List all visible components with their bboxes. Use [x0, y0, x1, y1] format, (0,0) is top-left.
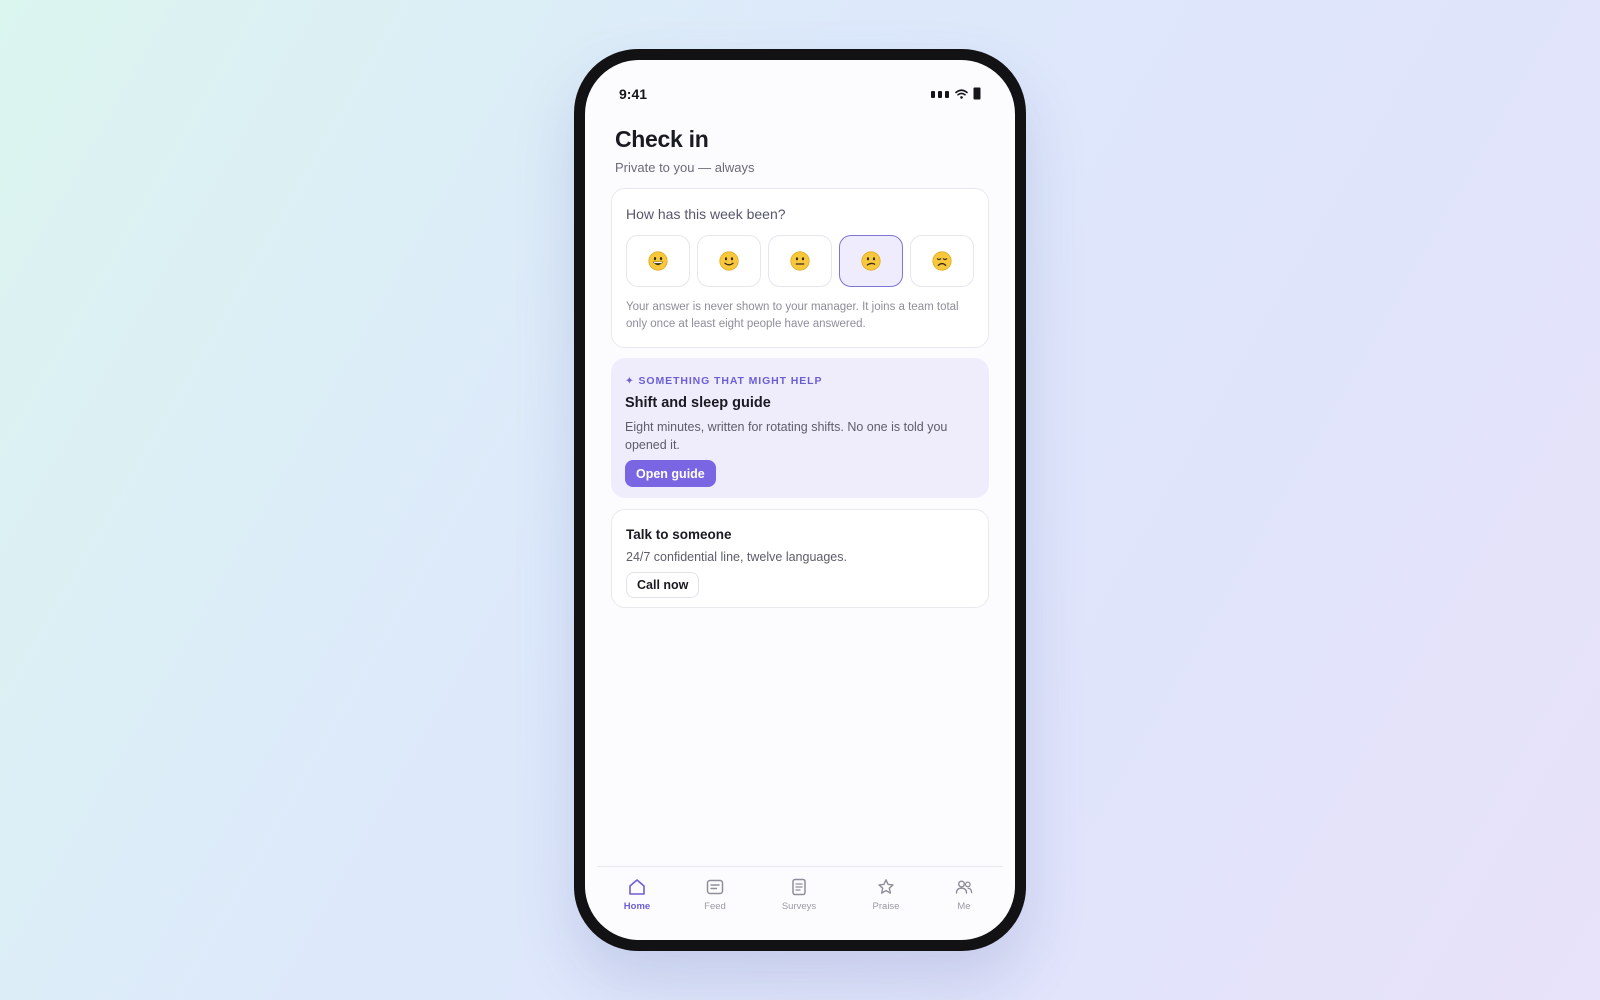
talk-title: Talk to someone: [626, 527, 732, 542]
surveys-icon: [792, 878, 806, 896]
tab-label-me: Me: [957, 901, 971, 912]
feed-icon: [706, 879, 724, 895]
call-now-button[interactable]: Call now: [626, 572, 700, 598]
tab-label-surveys: Surveys: [781, 901, 817, 912]
help-description: Eight minutes, written for rotating shif…: [625, 420, 948, 452]
cellular-signal-icon: [931, 90, 949, 98]
mood-options: [626, 235, 974, 287]
tab-feed[interactable]: Feed: [685, 877, 745, 912]
page-title: Check in: [615, 126, 709, 152]
phone-frame: 9:41 Check in Private to you — always Ho…: [574, 49, 1026, 951]
talk-description: 24/7 confidential line, twelve languages…: [626, 550, 847, 564]
mood-option-disappointed[interactable]: [910, 235, 974, 287]
tab-bar: Home Feed Surveys Praise Me: [597, 866, 1003, 940]
help-card: ✦ SOMETHING THAT MIGHT HELP Shift and sl…: [611, 358, 989, 498]
tab-surveys[interactable]: Surveys: [769, 877, 829, 912]
tab-praise[interactable]: Praise: [856, 877, 916, 912]
disappointed-face-icon: [932, 251, 952, 271]
mood-option-grinning[interactable]: [626, 235, 690, 287]
tab-label-home: Home: [623, 901, 651, 912]
battery-icon: [973, 87, 981, 100]
page-subtitle: Private to you — always: [615, 160, 755, 175]
mood-option-confused-selected[interactable]: [839, 235, 903, 287]
confused-face-icon: [861, 251, 881, 271]
mood-card: How has this week been? Your answer is n…: [611, 188, 989, 348]
wifi-icon: [955, 88, 968, 99]
phone-screen: 9:41 Check in Private to you — always Ho…: [585, 60, 1015, 940]
mood-question: How has this week been?: [626, 206, 786, 222]
tab-me[interactable]: Me: [934, 877, 994, 912]
grinning-face-icon: [648, 251, 668, 271]
star-icon: [878, 879, 894, 894]
people-icon: [955, 880, 973, 894]
help-title: Shift and sleep guide: [625, 395, 771, 411]
home-icon: [629, 879, 645, 895]
tab-label-praise: Praise: [872, 901, 900, 912]
mood-privacy-note: Your answer is never shown to your manag…: [626, 301, 959, 330]
slightly-smiling-face-icon: [719, 251, 739, 271]
help-eyebrow: ✦ SOMETHING THAT MIGHT HELP: [625, 375, 823, 387]
mood-option-slightly-smiling[interactable]: [697, 235, 761, 287]
tab-label-feed: Feed: [704, 901, 726, 912]
status-icons: [931, 87, 981, 100]
neutral-face-icon: [790, 251, 810, 271]
mood-option-neutral[interactable]: [768, 235, 832, 287]
talk-card: Talk to someone 24/7 confidential line, …: [611, 509, 989, 608]
tab-home[interactable]: Home: [607, 877, 667, 912]
status-time: 9:41: [619, 86, 648, 102]
open-guide-button[interactable]: Open guide: [625, 460, 716, 487]
status-bar: 9:41: [585, 60, 1015, 120]
